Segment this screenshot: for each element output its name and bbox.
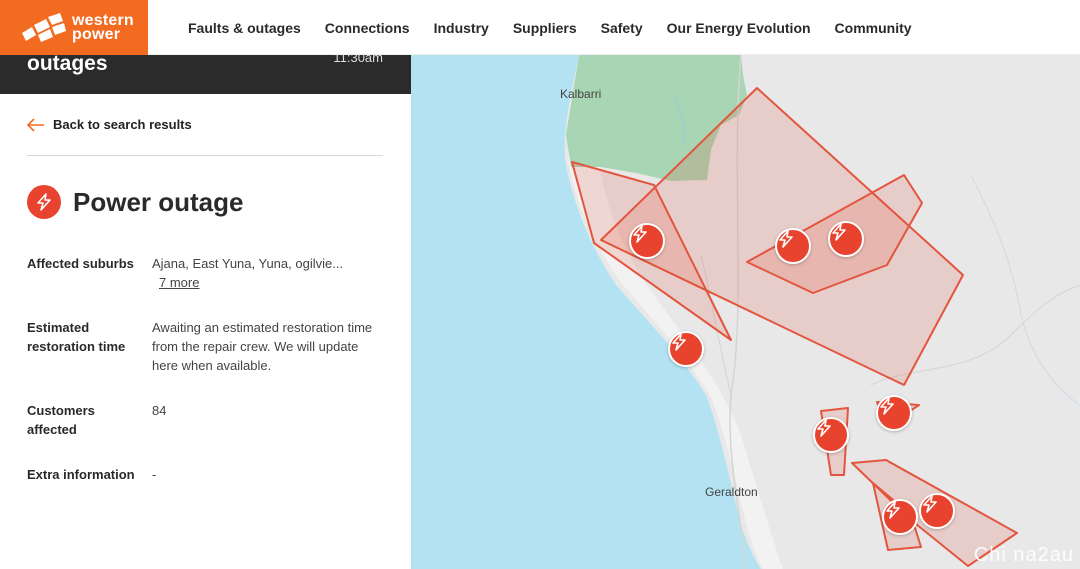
nav-our-energy-evolution[interactable]: Our Energy Evolution — [667, 20, 811, 36]
extra-info-label: Extra information — [27, 467, 135, 482]
lightning-bolt-icon — [886, 501, 900, 519]
lightning-bolt-icon — [672, 333, 686, 351]
customers-value: 84 — [152, 403, 167, 418]
outage-marker[interactable] — [876, 395, 912, 431]
panel-header: outages 11:30am — [0, 55, 411, 94]
lightning-bolt-icon — [779, 230, 793, 248]
logo-wordmark: western power — [72, 12, 134, 43]
outage-map[interactable]: Kalbarri Geraldton Chi na2au — [411, 55, 1080, 569]
outage-marker[interactable] — [775, 228, 811, 264]
more-suburbs-link[interactable]: 7 more — [159, 273, 199, 292]
nav-community[interactable]: Community — [835, 20, 912, 36]
restoration-row: Estimated restoration time Awaiting an e… — [27, 318, 387, 378]
watermark: Chi na2au — [973, 544, 1074, 566]
river-2 — [970, 174, 1080, 406]
outage-marker[interactable] — [668, 331, 704, 367]
western-power-logo[interactable]: western power — [0, 0, 148, 55]
lightning-bolt-icon — [880, 397, 894, 415]
logo-line-2: power — [72, 25, 121, 43]
nav-connections[interactable]: Connections — [325, 20, 410, 36]
affected-suburbs-text: Ajana, East Yuna, Yuna, ogilvie... — [152, 256, 344, 271]
divider — [27, 155, 383, 156]
outage-title-row: Power outage — [27, 185, 243, 219]
nav-safety[interactable]: Safety — [601, 20, 643, 36]
top-navigation-bar: western power Faults & outages Connectio… — [0, 0, 1080, 55]
lightning-bolt-icon — [832, 223, 846, 241]
extra-info-value: - — [152, 467, 157, 482]
back-label: Back to search results — [53, 117, 192, 132]
back-to-search-link[interactable]: Back to search results — [27, 117, 192, 132]
lightning-bolt-icon — [817, 419, 831, 437]
affected-suburbs-label: Affected suburbs — [27, 256, 134, 271]
outage-marker[interactable] — [828, 221, 864, 257]
customers-label: Customers affected — [27, 403, 95, 437]
logo-mark-icon — [22, 12, 66, 42]
map-label-geraldton: Geraldton — [705, 485, 758, 499]
outage-detail-panel: outages 11:30am Back to search results P… — [0, 55, 411, 569]
restoration-label: Estimated restoration time — [27, 320, 126, 354]
panel-header-time: 11:30am — [333, 55, 383, 65]
panel-header-title: outages — [27, 55, 108, 75]
main-nav: Faults & outages Connections Industry Su… — [176, 0, 924, 55]
outage-marker[interactable] — [813, 417, 849, 453]
outage-marker[interactable] — [919, 493, 955, 529]
outage-marker[interactable] — [882, 499, 918, 535]
affected-suburbs-value: Ajana, East Yuna, Yuna, ogilvie... 7 mor… — [152, 254, 382, 292]
nav-industry[interactable]: Industry — [434, 20, 489, 36]
map-label-kalbarri: Kalbarri — [560, 87, 602, 101]
lightning-bolt-icon — [923, 495, 937, 513]
restoration-value: Awaiting an estimated restoration time f… — [152, 320, 373, 373]
nav-suppliers[interactable]: Suppliers — [513, 20, 577, 36]
lightning-bolt-icon — [633, 225, 647, 243]
nav-faults-outages[interactable]: Faults & outages — [188, 20, 301, 36]
affected-suburbs-row: Affected suburbs Ajana, East Yuna, Yuna,… — [27, 254, 387, 294]
customers-row: Customers affected 84 — [27, 401, 387, 441]
outage-marker[interactable] — [629, 223, 665, 259]
extra-info-row: Extra information - — [27, 465, 387, 505]
arrow-left-icon — [27, 117, 44, 132]
page-title: Power outage — [73, 186, 244, 217]
lightning-bolt-icon — [27, 185, 61, 219]
